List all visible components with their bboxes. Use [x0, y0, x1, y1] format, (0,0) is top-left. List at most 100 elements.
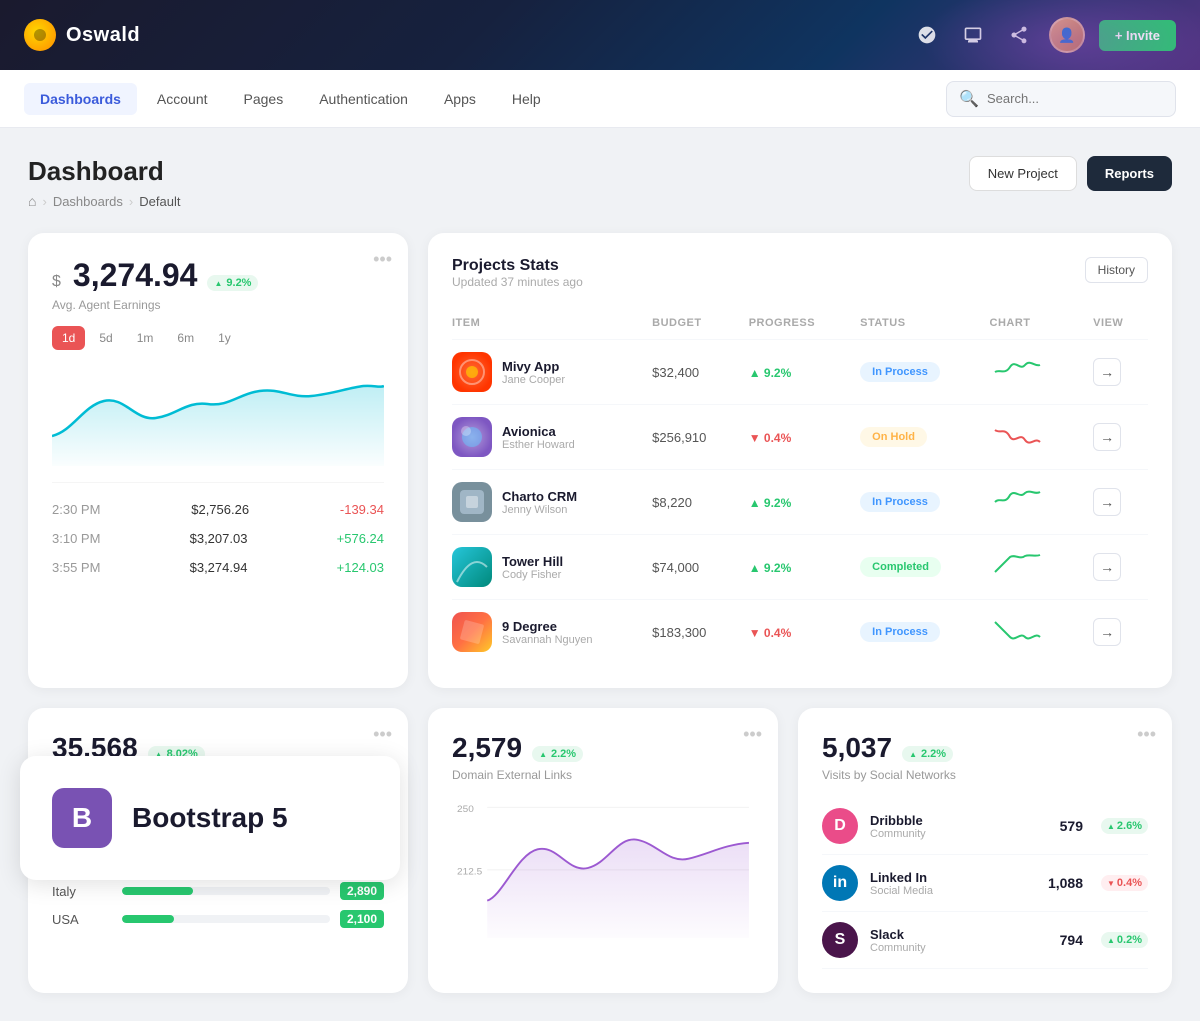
earnings-more-icon[interactable]: ••• — [373, 249, 392, 270]
project-status: In Process — [848, 470, 977, 535]
social-name: Dribbble — [870, 813, 1048, 828]
bootstrap-text: Bootstrap 5 — [132, 802, 288, 834]
social-up-icon — [909, 748, 919, 760]
project-chart-cell — [978, 600, 1082, 665]
project-thumb — [452, 612, 492, 652]
social-platform-icon: in — [822, 865, 858, 901]
filter-1m[interactable]: 1m — [127, 326, 164, 350]
status-pill: In Process — [860, 492, 940, 512]
col-chart: CHART — [978, 311, 1082, 340]
project-thumb — [452, 547, 492, 587]
topbar: Oswald 👤 + Invite — [0, 0, 1200, 70]
view-arrow-button[interactable]: → — [1093, 423, 1121, 451]
sessions-more-icon[interactable]: ••• — [373, 724, 392, 745]
nav-item-apps[interactable]: Apps — [428, 83, 492, 115]
country-value: 2,100 — [340, 910, 384, 928]
nav-item-help[interactable]: Help — [496, 83, 557, 115]
project-view-cell[interactable]: → — [1081, 340, 1148, 405]
earnings-amount-row: $ 3,274.94 9.2% — [52, 257, 384, 294]
view-arrow-button[interactable]: → — [1093, 358, 1121, 386]
social-type: Community — [870, 942, 1048, 954]
view-arrow-button[interactable]: → — [1093, 488, 1121, 516]
filter-6m[interactable]: 6m — [167, 326, 204, 350]
nav-item-authentication[interactable]: Authentication — [303, 83, 424, 115]
user-avatar[interactable]: 👤 — [1049, 17, 1085, 53]
earnings-chart — [52, 366, 384, 466]
view-arrow-button[interactable]: → — [1093, 553, 1121, 581]
nav-item-pages[interactable]: Pages — [228, 83, 300, 115]
project-progress: ▲ 9.2% — [737, 340, 848, 405]
domain-amount: 2,579 — [452, 732, 522, 764]
up-arrow-icon — [214, 277, 224, 289]
social-row: in Linked In Social Media 1,088 ▼0.4% — [822, 855, 1148, 912]
social-name: Slack — [870, 927, 1048, 942]
bootstrap-watermark: B Bootstrap 5 — [20, 756, 400, 880]
social-info: Dribbble Community — [870, 813, 1048, 840]
project-name: Tower Hill — [502, 554, 563, 569]
project-progress: ▼ 0.4% — [737, 405, 848, 470]
project-view-cell[interactable]: → — [1081, 405, 1148, 470]
project-name: 9 Degree — [502, 619, 593, 634]
project-item-cell: Tower Hill Cody Fisher — [452, 535, 640, 600]
domain-amount-row: 2,579 2.2% — [452, 732, 754, 764]
currency-symbol: $ — [52, 273, 61, 291]
filter-1d[interactable]: 1d — [52, 326, 85, 350]
project-thumb — [452, 482, 492, 522]
project-item-cell: Mivy App Jane Cooper — [452, 340, 640, 405]
col-progress: PROGRESS — [737, 311, 848, 340]
project-view-cell[interactable]: → — [1081, 535, 1148, 600]
project-view-cell[interactable]: → — [1081, 470, 1148, 535]
domain-badge: 2.2% — [532, 746, 583, 762]
invite-button[interactable]: + Invite — [1099, 20, 1176, 51]
domain-chart: 250 212.5 — [452, 798, 754, 938]
project-chart-cell — [978, 405, 1082, 470]
social-name: Linked In — [870, 870, 1036, 885]
project-item-cell: Avionica Esther Howard — [452, 405, 640, 470]
project-progress: ▼ 0.4% — [737, 600, 848, 665]
breadcrumb-dashboards[interactable]: Dashboards — [53, 194, 123, 209]
project-item-cell: 9 Degree Savannah Nguyen — [452, 600, 640, 665]
earnings-label: Avg. Agent Earnings — [52, 298, 384, 312]
projects-title: Projects Stats — [452, 257, 583, 275]
projects-table: ITEM BUDGET PROGRESS STATUS CHART VIEW M… — [452, 311, 1148, 664]
project-owner: Cody Fisher — [502, 569, 563, 581]
country-bar — [122, 887, 193, 895]
social-more-icon[interactable]: ••• — [1137, 724, 1156, 745]
country-row: Italy 2,890 — [52, 882, 384, 900]
search-input[interactable] — [987, 91, 1163, 106]
nav-item-dashboards[interactable]: Dashboards — [24, 83, 137, 115]
country-row: USA 2,100 — [52, 910, 384, 928]
view-arrow-button[interactable]: → — [1093, 618, 1121, 646]
project-name: Mivy App — [502, 359, 565, 374]
social-badge: 2.2% — [902, 746, 953, 762]
navbar: Dashboards Account Pages Authentication … — [0, 70, 1200, 128]
earnings-badge: 9.2% — [207, 275, 258, 291]
country-name: Italy — [52, 884, 112, 899]
home-icon: ⌂ — [28, 193, 36, 209]
social-change-badge: ▲2.6% — [1101, 818, 1148, 834]
mask-icon[interactable] — [911, 19, 943, 51]
country-bar-wrap — [122, 887, 330, 895]
project-chart-cell — [978, 470, 1082, 535]
bootstrap-icon: B — [52, 788, 112, 848]
filter-5d[interactable]: 5d — [89, 326, 122, 350]
breadcrumb: ⌂ › Dashboards › Default — [28, 193, 180, 209]
top-row: ••• $ 3,274.94 9.2% Avg. Agent Earnings … — [28, 233, 1172, 688]
earnings-card: ••• $ 3,274.94 9.2% Avg. Agent Earnings … — [28, 233, 408, 688]
new-project-button[interactable]: New Project — [969, 156, 1077, 191]
reports-button[interactable]: Reports — [1087, 156, 1172, 191]
social-info: Slack Community — [870, 927, 1048, 954]
header-actions: New Project Reports — [969, 156, 1172, 191]
project-view-cell[interactable]: → — [1081, 600, 1148, 665]
nav-item-account[interactable]: Account — [141, 83, 224, 115]
project-status: Completed — [848, 535, 977, 600]
social-row: S Slack Community 794 ▲0.2% — [822, 912, 1148, 969]
share-icon[interactable] — [1003, 19, 1035, 51]
monitor-icon[interactable] — [957, 19, 989, 51]
social-change-badge: ▲0.2% — [1101, 932, 1148, 948]
filter-1y[interactable]: 1y — [208, 326, 241, 350]
data-row-3: 3:55 PM $3,274.94 +124.03 — [52, 553, 384, 582]
history-button[interactable]: History — [1085, 257, 1148, 283]
domain-more-icon[interactable]: ••• — [743, 724, 762, 745]
logo-icon — [24, 19, 56, 51]
